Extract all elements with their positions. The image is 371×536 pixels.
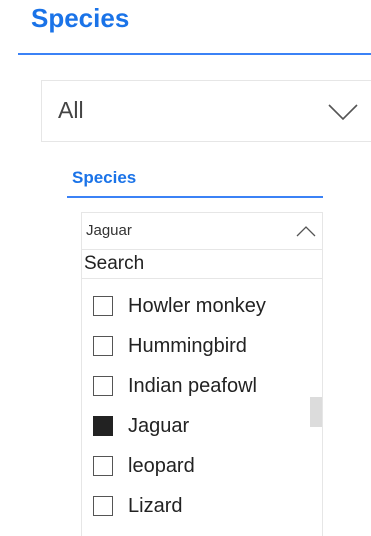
title-underline [18, 53, 371, 55]
list-item-label: leopard [128, 455, 195, 477]
checkbox[interactable] [93, 376, 113, 396]
species-select-dropdown[interactable]: All [41, 80, 371, 142]
list-item-label: Lizard [128, 495, 183, 517]
checkbox[interactable] [93, 456, 113, 476]
list-item[interactable]: Jaguar [82, 407, 310, 447]
slicer-selected-header[interactable]: Jaguar [82, 213, 322, 249]
checkbox[interactable] [93, 496, 113, 516]
list-item-label: Jaguar [128, 415, 190, 437]
list-item[interactable]: Hummingbird [82, 327, 310, 367]
list-item-label: Howler monkey [128, 295, 266, 317]
chevron-up-icon[interactable] [296, 224, 316, 238]
list-item[interactable]: Howler monkey [82, 287, 310, 327]
checkbox[interactable] [93, 296, 113, 316]
checkbox[interactable] [93, 336, 113, 356]
species-slicer-dropdown: Jaguar Howler monkey Hummingbird Indian … [81, 212, 323, 536]
list-item[interactable]: leopard [82, 447, 310, 487]
list-item-label: Hummingbird [128, 335, 247, 357]
slicer-search-input[interactable] [82, 249, 322, 279]
scrollbar-thumb[interactable] [310, 397, 322, 427]
list-item[interactable]: Lizard [82, 487, 310, 527]
checkbox-checked[interactable] [93, 416, 113, 436]
page-title: Species [31, 3, 130, 33]
list-item-label: Indian peafowl [128, 375, 257, 397]
slicer-selected-value: Jaguar [86, 222, 132, 239]
slicer-title: Species [72, 168, 137, 187]
slicer-title-underline [67, 196, 323, 198]
species-select-value: All [58, 97, 84, 123]
species-filter-page: Species All Species Jaguar Howler monkey… [0, 0, 371, 536]
list-item[interactable]: Indian peafowl [82, 367, 310, 407]
chevron-down-icon [328, 104, 358, 121]
scrollbar[interactable] [310, 287, 322, 536]
